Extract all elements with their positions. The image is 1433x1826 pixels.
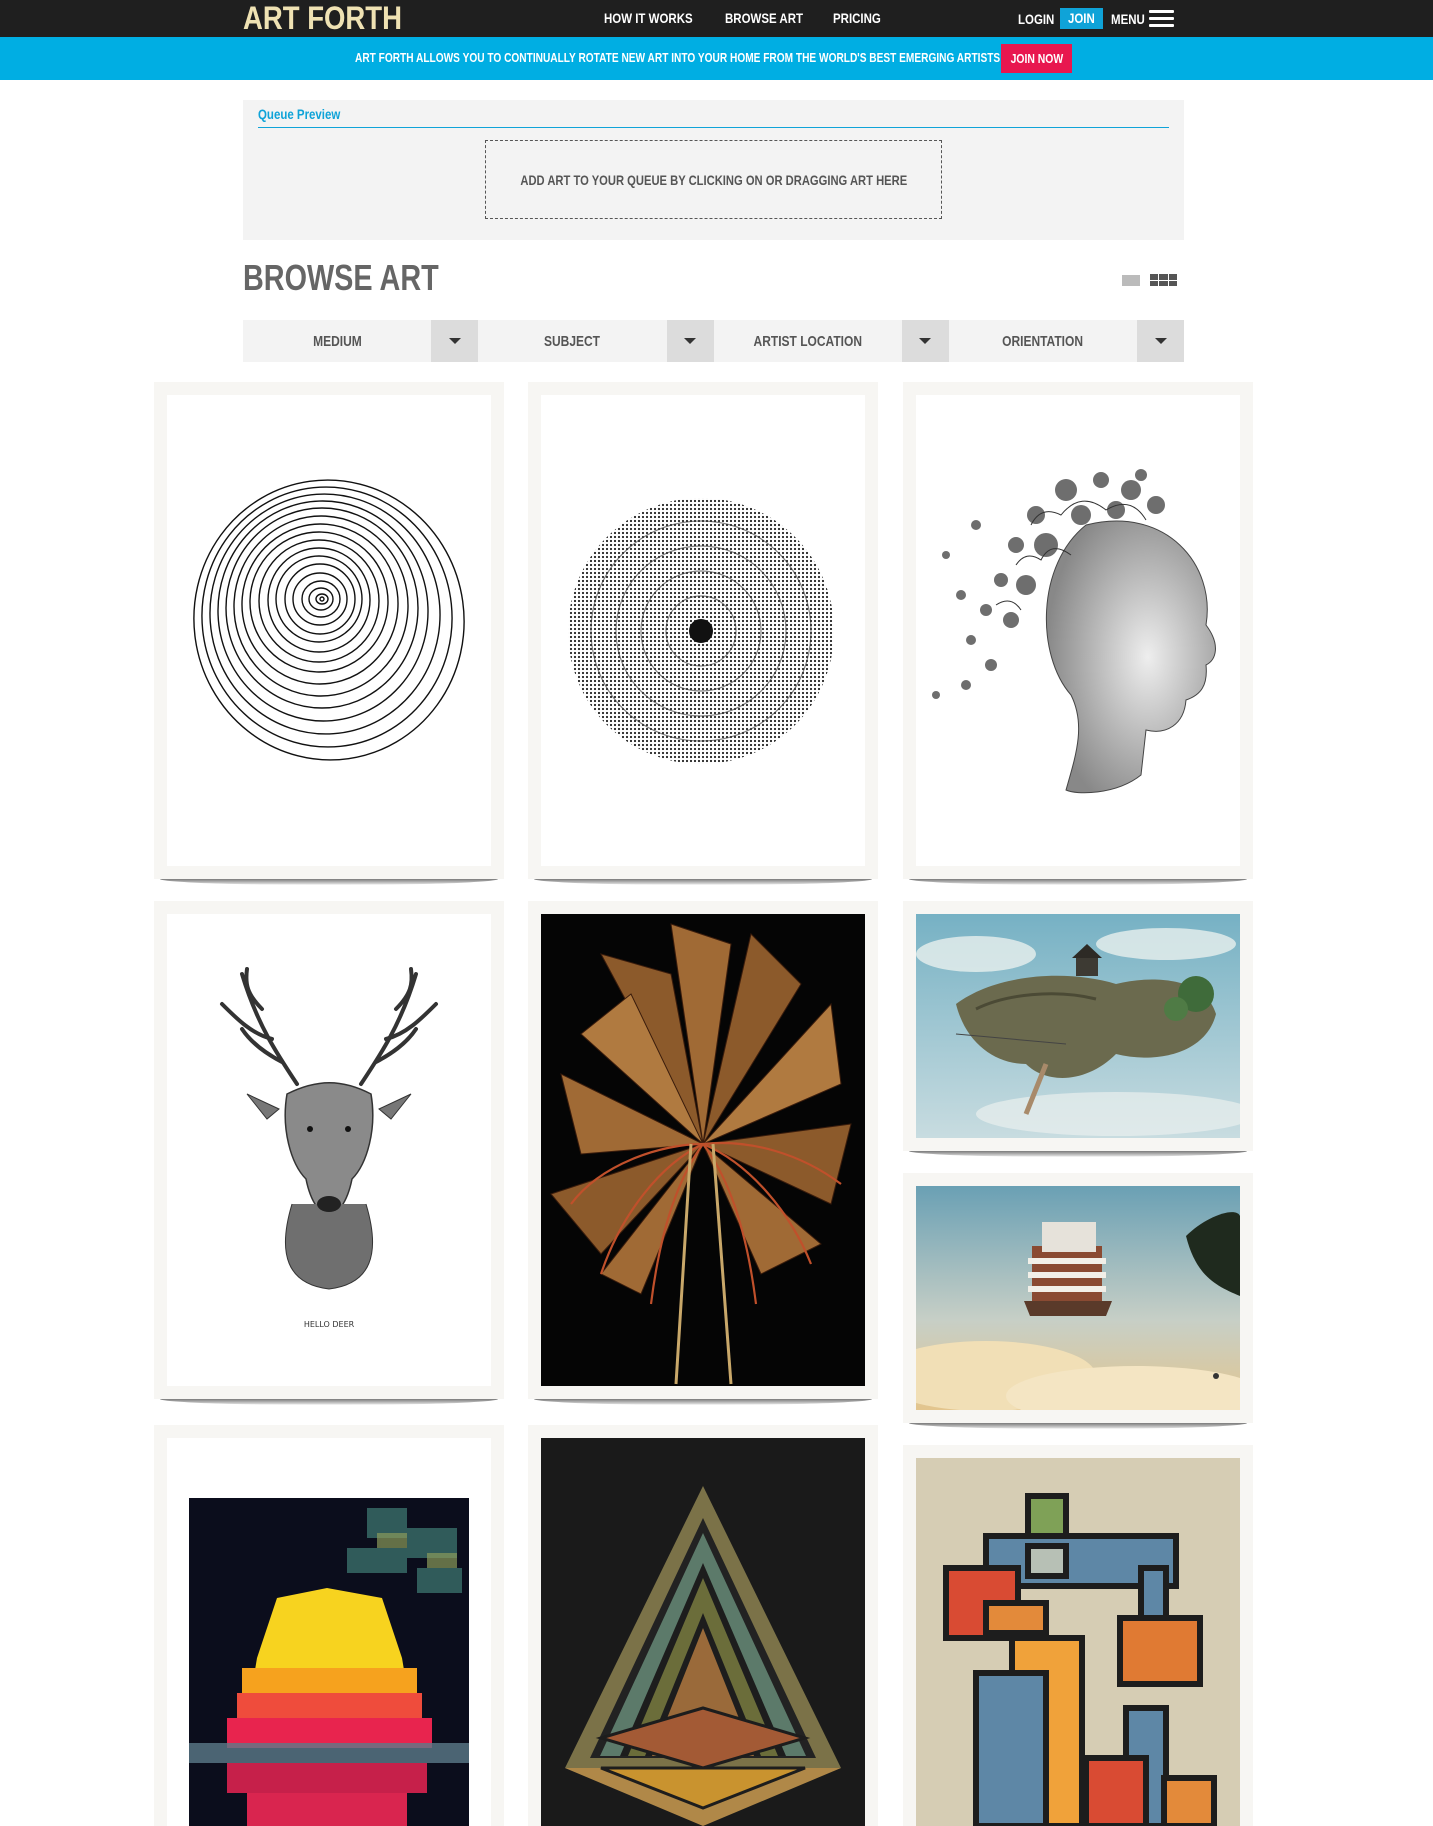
nav-browse-art[interactable]: BROWSE ART bbox=[725, 9, 803, 27]
filter-orientation[interactable]: ORIENTATION bbox=[948, 320, 1184, 362]
filter-orientation-label: ORIENTATION bbox=[1002, 332, 1084, 350]
artwork-image bbox=[541, 1438, 865, 1826]
artwork-card-dotted-circle[interactable] bbox=[528, 382, 878, 885]
promo-text: ART FORTH ALLOWS YOU TO CONTINUALLY ROTA… bbox=[355, 50, 1001, 65]
woman-profile-art bbox=[932, 469, 1216, 794]
artwork-card-floating-island[interactable] bbox=[903, 901, 1253, 1157]
single-view-icon[interactable] bbox=[1122, 274, 1140, 286]
artwork-image bbox=[916, 395, 1240, 866]
color-blocks-art bbox=[916, 1458, 1240, 1826]
filter-artist-location-label: ARTIST LOCATION bbox=[753, 332, 862, 350]
triangle-geometric-art bbox=[541, 1438, 865, 1826]
filter-medium-label: MEDIUM bbox=[312, 332, 362, 350]
pixel-sunset-art bbox=[167, 1438, 491, 1826]
top-nav-bar: ART FORTH HOW IT WORKS BROWSE ART PRICIN… bbox=[0, 0, 1433, 37]
dotted-circle-art bbox=[568, 498, 834, 764]
deer-head-art: HELLO DEER bbox=[220, 967, 438, 1329]
site-logo[interactable]: ART FORTH bbox=[243, 1, 402, 35]
chevron-down-icon[interactable] bbox=[1137, 320, 1184, 362]
queue-preview-title: Queue Preview bbox=[258, 106, 341, 122]
view-toggle bbox=[1122, 274, 1177, 286]
artwork-image bbox=[916, 1186, 1240, 1410]
artwork-image bbox=[916, 1458, 1240, 1826]
deer-caption: HELLO DEER bbox=[304, 1320, 355, 1329]
nav-pricing[interactable]: PRICING bbox=[833, 9, 881, 27]
chevron-down-icon[interactable] bbox=[431, 320, 479, 362]
tree-rings-art bbox=[193, 479, 465, 761]
artwork-image: HELLO DEER bbox=[167, 914, 491, 1386]
menu-label: MENU bbox=[1110, 10, 1145, 27]
artwork-image bbox=[541, 395, 865, 866]
floating-island-art bbox=[916, 914, 1240, 1138]
filter-medium[interactable]: MEDIUM bbox=[243, 320, 479, 362]
book-flower-art bbox=[541, 914, 865, 1386]
artwork-image bbox=[167, 1438, 491, 1826]
filter-subject-label: SUBJECT bbox=[544, 332, 601, 350]
nav-how-it-works[interactable]: HOW IT WORKS bbox=[604, 9, 693, 27]
join-button-label: JOIN bbox=[1067, 10, 1095, 26]
artwork-card-pixel-sunset[interactable] bbox=[154, 1425, 504, 1826]
account-nav: LOGIN JOIN MENU bbox=[1018, 8, 1174, 29]
artwork-card-floating-building[interactable] bbox=[903, 1173, 1253, 1429]
filter-subject[interactable]: SUBJECT bbox=[478, 320, 714, 362]
floating-building-art bbox=[916, 1186, 1240, 1410]
queue-divider bbox=[258, 127, 1169, 128]
hamburger-icon bbox=[1148, 10, 1174, 27]
join-button[interactable]: JOIN bbox=[1060, 8, 1103, 29]
page-title: BROWSE ART bbox=[243, 257, 439, 298]
artwork-card-tree-rings[interactable] bbox=[154, 382, 504, 885]
artwork-image bbox=[541, 914, 865, 1386]
grid-view-icon[interactable] bbox=[1150, 274, 1177, 286]
filter-bar: MEDIUM SUBJECT ARTIST LOCATION ORIENTATI… bbox=[243, 320, 1184, 362]
join-now-button[interactable]: JOIN NOW bbox=[1001, 44, 1072, 73]
filter-artist-location[interactable]: ARTIST LOCATION bbox=[713, 320, 949, 362]
artwork-card-woman-profile[interactable] bbox=[903, 382, 1253, 885]
artwork-card-color-blocks[interactable] bbox=[903, 1445, 1253, 1826]
queue-dropzone[interactable]: ADD ART TO YOUR QUEUE BY CLICKING ON OR … bbox=[485, 140, 942, 219]
chevron-down-icon[interactable] bbox=[666, 320, 714, 362]
artwork-image bbox=[916, 914, 1240, 1138]
artwork-image bbox=[167, 395, 491, 866]
queue-dropzone-text: ADD ART TO YOUR QUEUE BY CLICKING ON OR … bbox=[520, 171, 907, 188]
join-now-label: JOIN NOW bbox=[1010, 51, 1063, 66]
queue-preview-panel: Queue Preview ADD ART TO YOUR QUEUE BY C… bbox=[243, 100, 1184, 240]
chevron-down-icon[interactable] bbox=[901, 320, 949, 362]
artwork-card-book-flower[interactable] bbox=[528, 901, 878, 1405]
artwork-card-triangle-geometric[interactable] bbox=[528, 1425, 878, 1826]
artwork-card-deer-head[interactable]: HELLO DEER bbox=[154, 901, 504, 1405]
promo-banner: ART FORTH ALLOWS YOU TO CONTINUALLY ROTA… bbox=[0, 37, 1433, 80]
menu-button[interactable]: MENU bbox=[1111, 10, 1174, 27]
login-link[interactable]: LOGIN bbox=[1018, 11, 1054, 27]
main-nav: HOW IT WORKS BROWSE ART PRICING bbox=[604, 9, 892, 27]
